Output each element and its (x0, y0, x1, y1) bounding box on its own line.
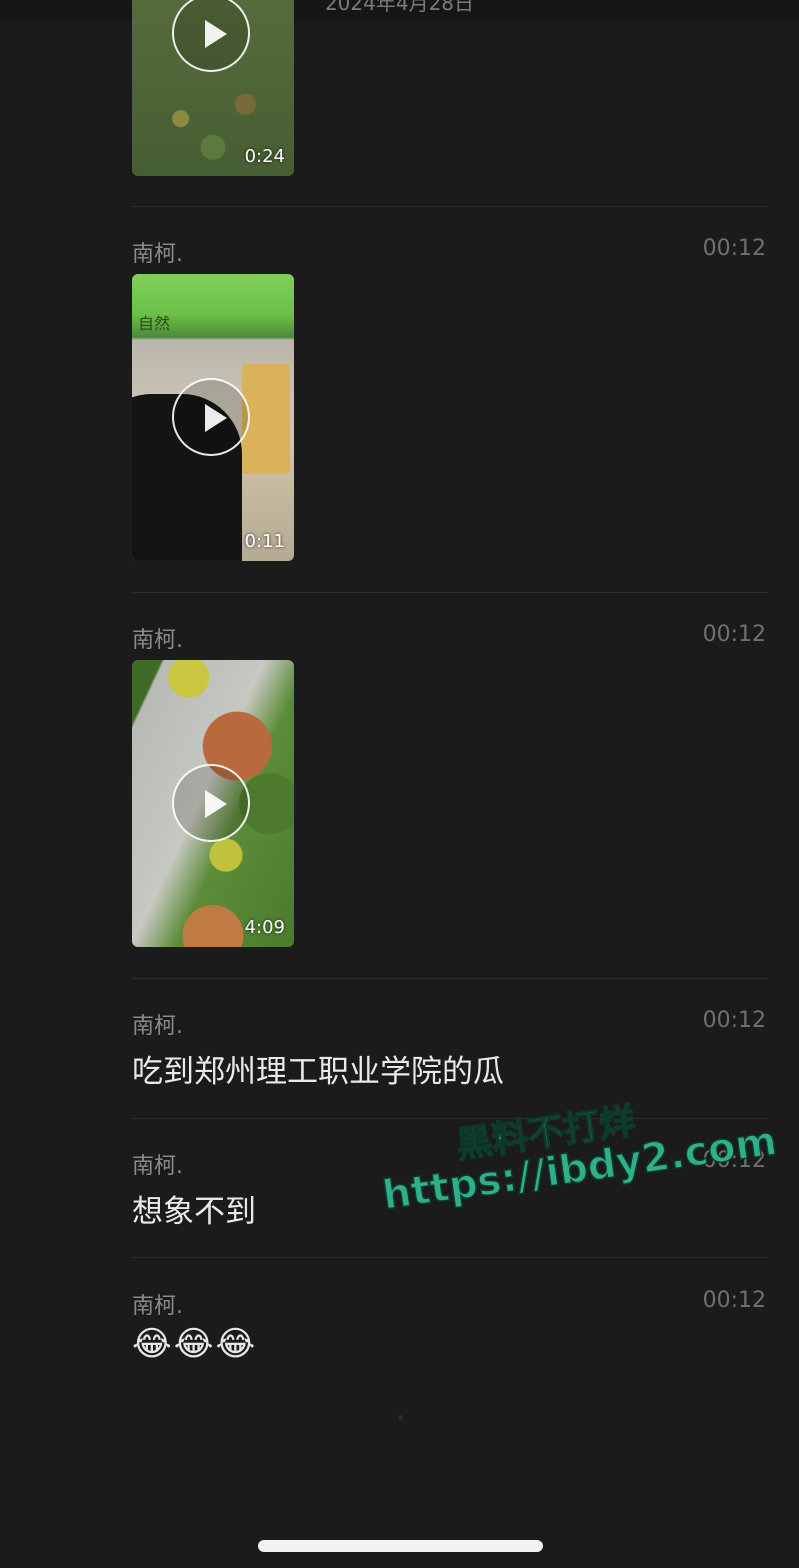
play-icon[interactable] (172, 378, 250, 456)
video-thumbnail[interactable]: 0:24 (132, 0, 294, 176)
sender-name: 南柯. (132, 242, 183, 267)
message-time: 00:12 (702, 1008, 766, 1033)
play-icon[interactable] (172, 764, 250, 842)
sender-name: 南柯. (132, 628, 183, 653)
umbrella-text: 自然 (138, 314, 171, 333)
video-thumbnail[interactable]: 4:09 (132, 660, 294, 947)
divider (132, 1257, 768, 1258)
message-body: 想象不到 (132, 1194, 256, 1230)
message-body: 吃到郑州理工职业学院的瓜 (132, 1054, 504, 1090)
sender-name: 南柯. (132, 1294, 183, 1319)
video-thumbnail[interactable]: 自然 0:11 (132, 274, 294, 561)
sender-name: 南柯. (132, 1014, 183, 1039)
message-time: 00:12 (702, 236, 766, 261)
home-indicator[interactable] (258, 1540, 543, 1552)
video-duration: 0:24 (244, 146, 285, 167)
message-time: 00:12 (702, 622, 766, 647)
divider (132, 206, 768, 207)
emoji-laughing-icon: 😂😂😂 (132, 1324, 258, 1364)
message-emoji[interactable]: 南柯. 00:12 😂😂😂 (132, 1282, 768, 1382)
sender-name: 南柯. (132, 1154, 183, 1179)
message-time: 00:12 (702, 1288, 766, 1313)
video-duration: 4:09 (244, 917, 285, 938)
video-duration: 0:11 (244, 531, 285, 552)
divider (132, 592, 768, 593)
scroll-dot (398, 1415, 403, 1420)
message-video[interactable]: 0:24 (132, 0, 768, 180)
divider (132, 978, 768, 979)
message-video[interactable]: 南柯. 00:12 自然 0:11 (132, 230, 768, 570)
message-video[interactable]: 南柯. 00:12 4:09 (132, 616, 768, 956)
